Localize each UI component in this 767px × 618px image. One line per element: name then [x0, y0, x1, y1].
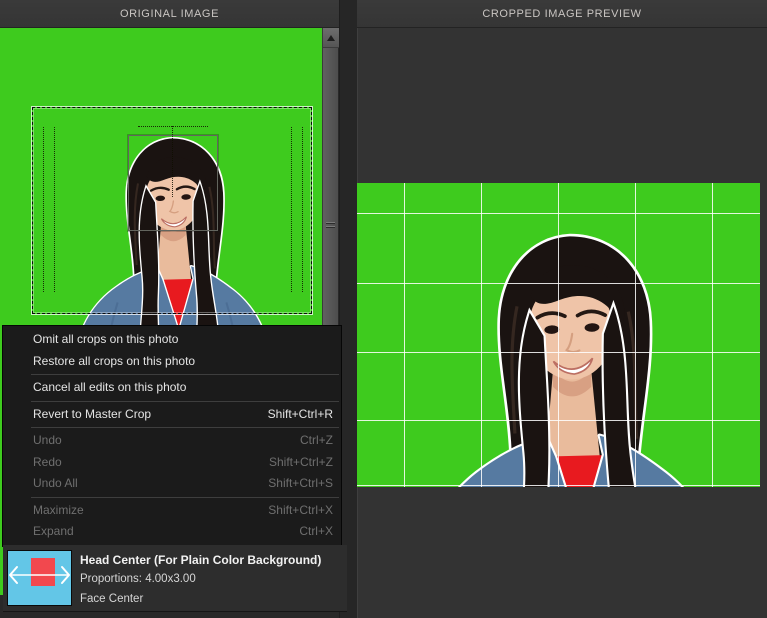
menu-item-maximize: Maximize Shift+Ctrl+X	[33, 502, 333, 517]
grid-line	[357, 213, 760, 214]
grid-line	[357, 352, 760, 353]
menu-item-omit-all-crops[interactable]: Omit all crops on this photo	[3, 329, 341, 351]
crop-guide-line	[43, 127, 44, 292]
menu-item-restore-all-crops[interactable]: Restore all crops on this photo	[3, 351, 341, 373]
head-crop-box[interactable]	[128, 135, 218, 231]
menu-item-revert-to-master-crop[interactable]: Revert to Master Crop Shift+Ctrl+R	[3, 404, 341, 426]
crop-preset-title: Head Center (For Plain Color Background)	[80, 553, 322, 567]
grid-line	[404, 183, 405, 487]
crop-preset-proportions: Proportions: 4.00x3.00	[80, 573, 196, 585]
crop-guide-line	[291, 127, 292, 292]
scrollbar-thumb-grip[interactable]	[326, 220, 335, 230]
crop-tool-window: { "left_panel": { "title": "ORIGINAL IMA…	[0, 0, 767, 618]
grid-line	[357, 485, 760, 486]
portrait-woman-photo-cropped	[411, 211, 729, 487]
crop-preset-details: Head Center (For Plain Color Background)…	[80, 551, 341, 609]
cropped-preview-title: CROPPED IMAGE PREVIEW	[482, 7, 642, 20]
scroll-up-icon	[327, 34, 335, 41]
crop-preset-face-mode: Face Center	[80, 593, 144, 605]
menu-item-undo: Undo Ctrl+Z	[33, 433, 333, 447]
menu-separator	[31, 427, 339, 428]
horizontal-double-arrow-icon	[9, 558, 70, 586]
cropped-image-preview-canvas	[357, 183, 760, 487]
original-image-title: ORIGINAL IMAGE	[119, 7, 220, 20]
grid-line	[481, 183, 482, 487]
menu-separator	[31, 400, 339, 402]
grid-line	[558, 183, 559, 487]
menu-item-expand: Expand Ctrl+X	[33, 524, 333, 538]
menu-item-undo-all: Undo All Shift+Ctrl+S	[33, 476, 333, 490]
grid-line	[635, 183, 636, 487]
crop-region-marker	[31, 558, 55, 586]
menu-item-cancel-all-edits[interactable]: Cancel all edits on this photo	[3, 377, 341, 399]
menu-separator	[31, 374, 339, 375]
grid-line	[357, 420, 760, 421]
grid-line	[712, 183, 713, 487]
scroll-up-button[interactable]	[323, 28, 339, 48]
menu-item-redo: Redo Shift+Ctrl+Z	[33, 454, 333, 469]
grid-line	[357, 283, 760, 284]
crop-context-menu: Omit all crops on this photo Restore all…	[2, 325, 342, 547]
crop-guide-line	[54, 127, 55, 292]
crop-guide-line	[302, 127, 303, 292]
crop-preset-thumbnail	[7, 550, 72, 606]
head-top-guide-line	[138, 126, 208, 127]
cropped-preview-panel-header: CROPPED IMAGE PREVIEW	[357, 0, 767, 28]
menu-separator	[31, 496, 339, 498]
original-image-panel-header: ORIGINAL IMAGE	[0, 0, 339, 28]
crop-preset-list-item[interactable]: Head Center (For Plain Color Background)…	[3, 545, 347, 612]
